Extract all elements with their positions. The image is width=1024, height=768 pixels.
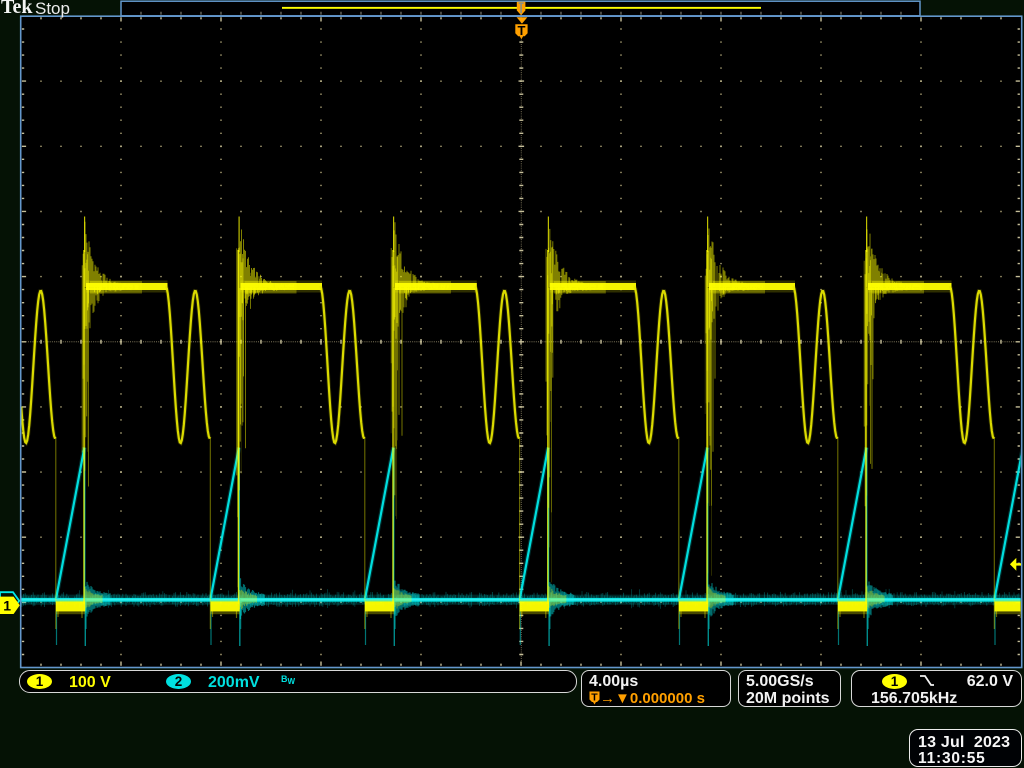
svg-text:T: T: [518, 23, 526, 38]
svg-text:T: T: [591, 692, 598, 704]
svg-text:1: 1: [3, 597, 11, 613]
